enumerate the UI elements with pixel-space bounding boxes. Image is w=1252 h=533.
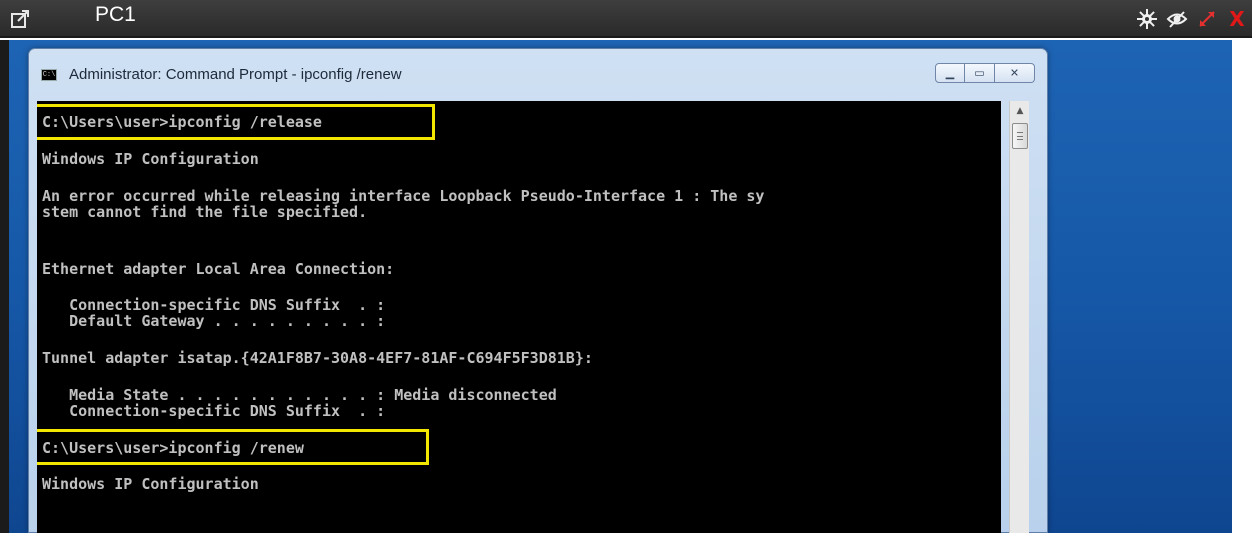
window-close-button[interactable]: ✕ xyxy=(995,63,1035,83)
close-icon[interactable]: X xyxy=(1226,8,1248,30)
console-line: Connection-specific DNS Suffix . : xyxy=(42,402,386,420)
popout-icon[interactable] xyxy=(10,9,30,29)
window-controls: ▁ ▭ ✕ xyxy=(935,63,1035,83)
scroll-up-icon[interactable]: ▲ xyxy=(1013,105,1027,117)
scroll-thumb[interactable] xyxy=(1012,123,1028,149)
console-output[interactable]: C:\Users\user>ipconfig /release Windows … xyxy=(37,101,1001,533)
cmd-app-icon: C:\ xyxy=(41,69,57,81)
window-close-icon: ✕ xyxy=(1009,66,1020,80)
remote-session-toolbar: PC1 X xyxy=(0,0,1252,38)
session-title: PC1 xyxy=(95,3,136,26)
minimize-button[interactable]: ▁ xyxy=(935,63,965,83)
window-titlebar[interactable]: C:\ Administrator: Command Prompt - ipco… xyxy=(29,49,1047,101)
command-prompt-window[interactable]: C:\ Administrator: Command Prompt - ipco… xyxy=(28,48,1048,533)
session-tools: X xyxy=(1136,8,1248,30)
console-line: stem cannot find the file specified. xyxy=(42,203,368,221)
console-line: Windows IP Configuration xyxy=(42,150,259,168)
desktop-right-edge xyxy=(1232,40,1252,533)
resize-arrows-icon[interactable] xyxy=(1196,8,1218,30)
console-line: Default Gateway . . . . . . . . . : xyxy=(42,312,386,330)
console-line: An error occurred while releasing interf… xyxy=(42,187,765,205)
settings-gear-icon[interactable] xyxy=(1136,8,1158,30)
maximize-icon: ▭ xyxy=(974,66,985,80)
eye-icon[interactable] xyxy=(1166,8,1188,30)
console-line: Media State . . . . . . . . . . . : Medi… xyxy=(42,386,557,404)
maximize-button[interactable]: ▭ xyxy=(965,63,995,83)
console-line: Connection-specific DNS Suffix . : xyxy=(42,296,386,314)
renew-command-highlight xyxy=(37,429,429,465)
vertical-scrollbar[interactable]: ▲ xyxy=(1009,101,1029,533)
console-line: Ethernet adapter Local Area Connection: xyxy=(42,260,395,278)
console-line: Tunnel adapter isatap.{42A1F8B7-30A8-4EF… xyxy=(42,349,593,367)
window-title: Administrator: Command Prompt - ipconfig… xyxy=(69,66,402,83)
release-command-highlight xyxy=(37,104,435,140)
minimize-icon: ▁ xyxy=(945,66,955,80)
console-line: Windows IP Configuration xyxy=(42,475,259,493)
desktop-left-edge xyxy=(0,40,9,533)
